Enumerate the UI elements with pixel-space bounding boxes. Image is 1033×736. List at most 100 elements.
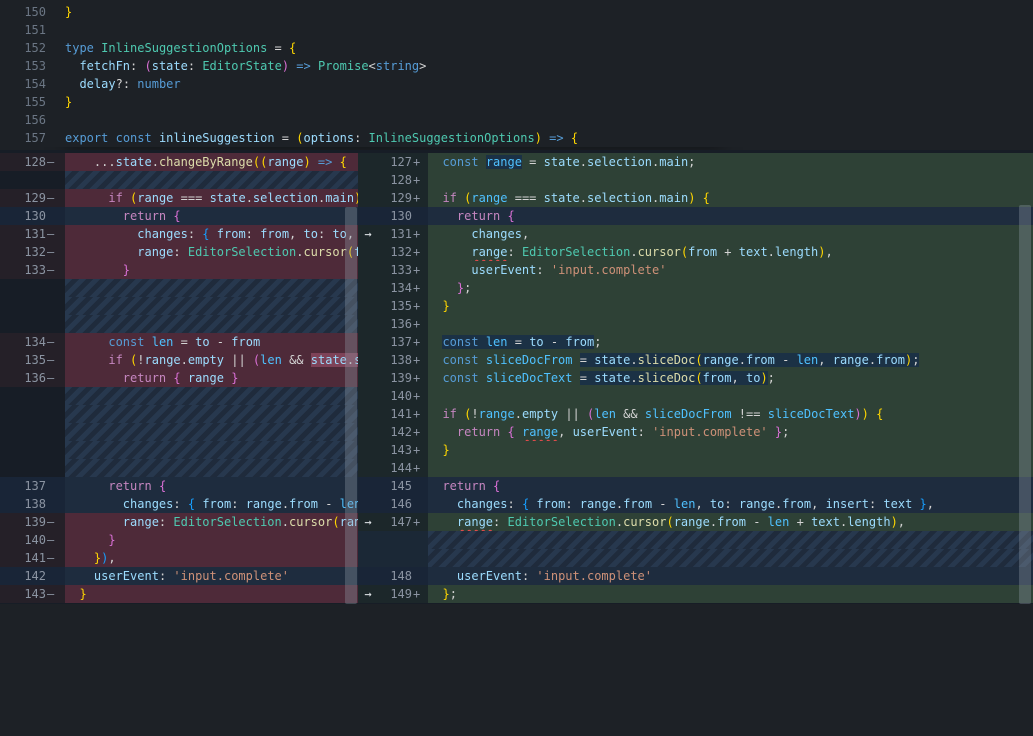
code-line-136: 136+ [358, 315, 1033, 333]
line-number: 132 [0, 243, 46, 261]
line-number: 153 [0, 57, 46, 75]
diff-view: 128— ...state.changeByRange((range) => {… [0, 150, 1033, 604]
line-number: 142 [378, 423, 412, 441]
code-line-131: 131— changes: { from: from, to: to, inse… [0, 225, 358, 243]
line-number: 135 [0, 351, 46, 369]
code-line-153: 153 fetchFn: (state: EditorState) => Pro… [0, 57, 1033, 75]
line-number: 149 [378, 585, 412, 603]
line-number [0, 423, 46, 441]
reveal-arrow-icon[interactable]: → [358, 585, 378, 603]
diff-gap-row [0, 405, 358, 423]
code-line-154: 154 delay?: number [0, 75, 1033, 93]
line-number [0, 405, 46, 423]
diff-original-pane[interactable]: 128— ...state.changeByRange((range) => {… [0, 153, 358, 603]
code-line-128: 128— ...state.changeByRange((range) => { [0, 153, 358, 171]
reveal-arrow-icon[interactable]: → [358, 513, 378, 531]
diff-gap-row [0, 441, 358, 459]
line-number: 137 [0, 477, 46, 495]
line-number: 151 [0, 21, 46, 39]
line-number [0, 441, 46, 459]
line-number: 138 [378, 351, 412, 369]
diff-editor-screen: 122 }123 ])124) 接受 放弃 [0, 0, 1033, 736]
diff-gap-row [0, 423, 358, 441]
line-number: 150 [0, 3, 46, 21]
line-number: 156 [0, 111, 46, 129]
reveal-arrow-icon[interactable]: → [358, 225, 378, 243]
code-line-135: 135— if (!range.empty || (len && state.s… [0, 351, 358, 369]
code-line-133: 133+ userEvent: 'input.complete' [358, 261, 1033, 279]
code-line-146: 146 changes: { from: range.from - len, t… [358, 495, 1033, 513]
line-number [0, 171, 46, 189]
line-number: 155 [0, 93, 46, 111]
code-line-147: →147+ range: EditorSelection.cursor(rang… [358, 513, 1033, 531]
code-line-145: 145 return { [358, 477, 1033, 495]
line-number [378, 549, 412, 567]
line-number: 144 [378, 459, 412, 477]
line-number: 146 [378, 495, 412, 513]
line-number [0, 297, 46, 315]
line-number: 154 [0, 75, 46, 93]
code-line-156: 156 [0, 111, 1033, 129]
code-line-130: 130 return { [0, 207, 358, 225]
code-line-152: 152type InlineSuggestionOptions = { [0, 39, 1033, 57]
line-number: 132 [378, 243, 412, 261]
diff-gap-row [0, 171, 358, 189]
line-number: 142 [0, 567, 46, 585]
code-line-141: 141— }), [0, 549, 358, 567]
diff-gap-row [358, 549, 1033, 567]
code-line-131: →131+ changes, [358, 225, 1033, 243]
code-line-129: 129+ if (range === state.selection.main)… [358, 189, 1033, 207]
code-line-144: 144+ [358, 459, 1033, 477]
code-line-142: 142+ return { range, userEvent: 'input.c… [358, 423, 1033, 441]
line-number: 130 [378, 207, 412, 225]
line-number: 130 [0, 207, 46, 225]
line-number: 143 [0, 585, 46, 603]
code-line-151: 151 [0, 21, 1033, 39]
line-number: 134 [378, 279, 412, 297]
diff-gap-row [0, 279, 358, 297]
diff-gap-row [0, 297, 358, 315]
line-number: 140 [378, 387, 412, 405]
line-number: 157 [0, 129, 46, 147]
line-number: 127 [378, 153, 412, 171]
code-line-133: 133— } [0, 261, 358, 279]
line-number: 148 [378, 567, 412, 585]
diff-gap-row [0, 459, 358, 477]
code-line-135: 135+ } [358, 297, 1033, 315]
code-line-128: 128+ [358, 171, 1033, 189]
code-line-140: 140— } [0, 531, 358, 549]
code-line-157: 157export const inlineSuggestion = (opti… [0, 129, 1033, 147]
code-line-142: 142 userEvent: 'input.complete' [0, 567, 358, 585]
line-number: 138 [0, 495, 46, 513]
code-line-148: 148 userEvent: 'input.complete' [358, 567, 1033, 585]
code-line-150: 150} [0, 3, 1033, 21]
line-number: 128 [378, 171, 412, 189]
editor-bottom-section[interactable]: 150}151152type InlineSuggestionOptions =… [0, 0, 1033, 147]
line-number: 139 [378, 369, 412, 387]
line-number: 129 [0, 189, 46, 207]
code-line-136: 136— return { range } [0, 369, 358, 387]
line-number: 137 [378, 333, 412, 351]
code-line-138: 138 changes: { from: range.from - len, t… [0, 495, 358, 513]
line-number: 140 [0, 531, 46, 549]
code-line-143: 143— } [0, 585, 358, 603]
line-number: 136 [378, 315, 412, 333]
line-number: 145 [378, 477, 412, 495]
line-number [378, 531, 412, 549]
diff-gap-row [0, 387, 358, 405]
line-number: 147 [378, 513, 412, 531]
left-pane-scrollbar[interactable] [345, 207, 357, 604]
line-number: 133 [378, 261, 412, 279]
code-line-143: 143+ } [358, 441, 1033, 459]
code-line-130: 130 return { [358, 207, 1033, 225]
line-number: 139 [0, 513, 46, 531]
right-pane-scrollbar[interactable] [1019, 205, 1031, 604]
line-number: 136 [0, 369, 46, 387]
code-line-129: 129— if (range === state.selection.main)… [0, 189, 358, 207]
line-number [0, 459, 46, 477]
code-line-134: 134— const len = to - from [0, 333, 358, 351]
diff-modified-pane[interactable]: 127+ const range = state.selection.main;… [358, 153, 1033, 603]
code-line-149: →149+ }; [358, 585, 1033, 603]
line-number: 128 [0, 153, 46, 171]
line-number [0, 315, 46, 333]
